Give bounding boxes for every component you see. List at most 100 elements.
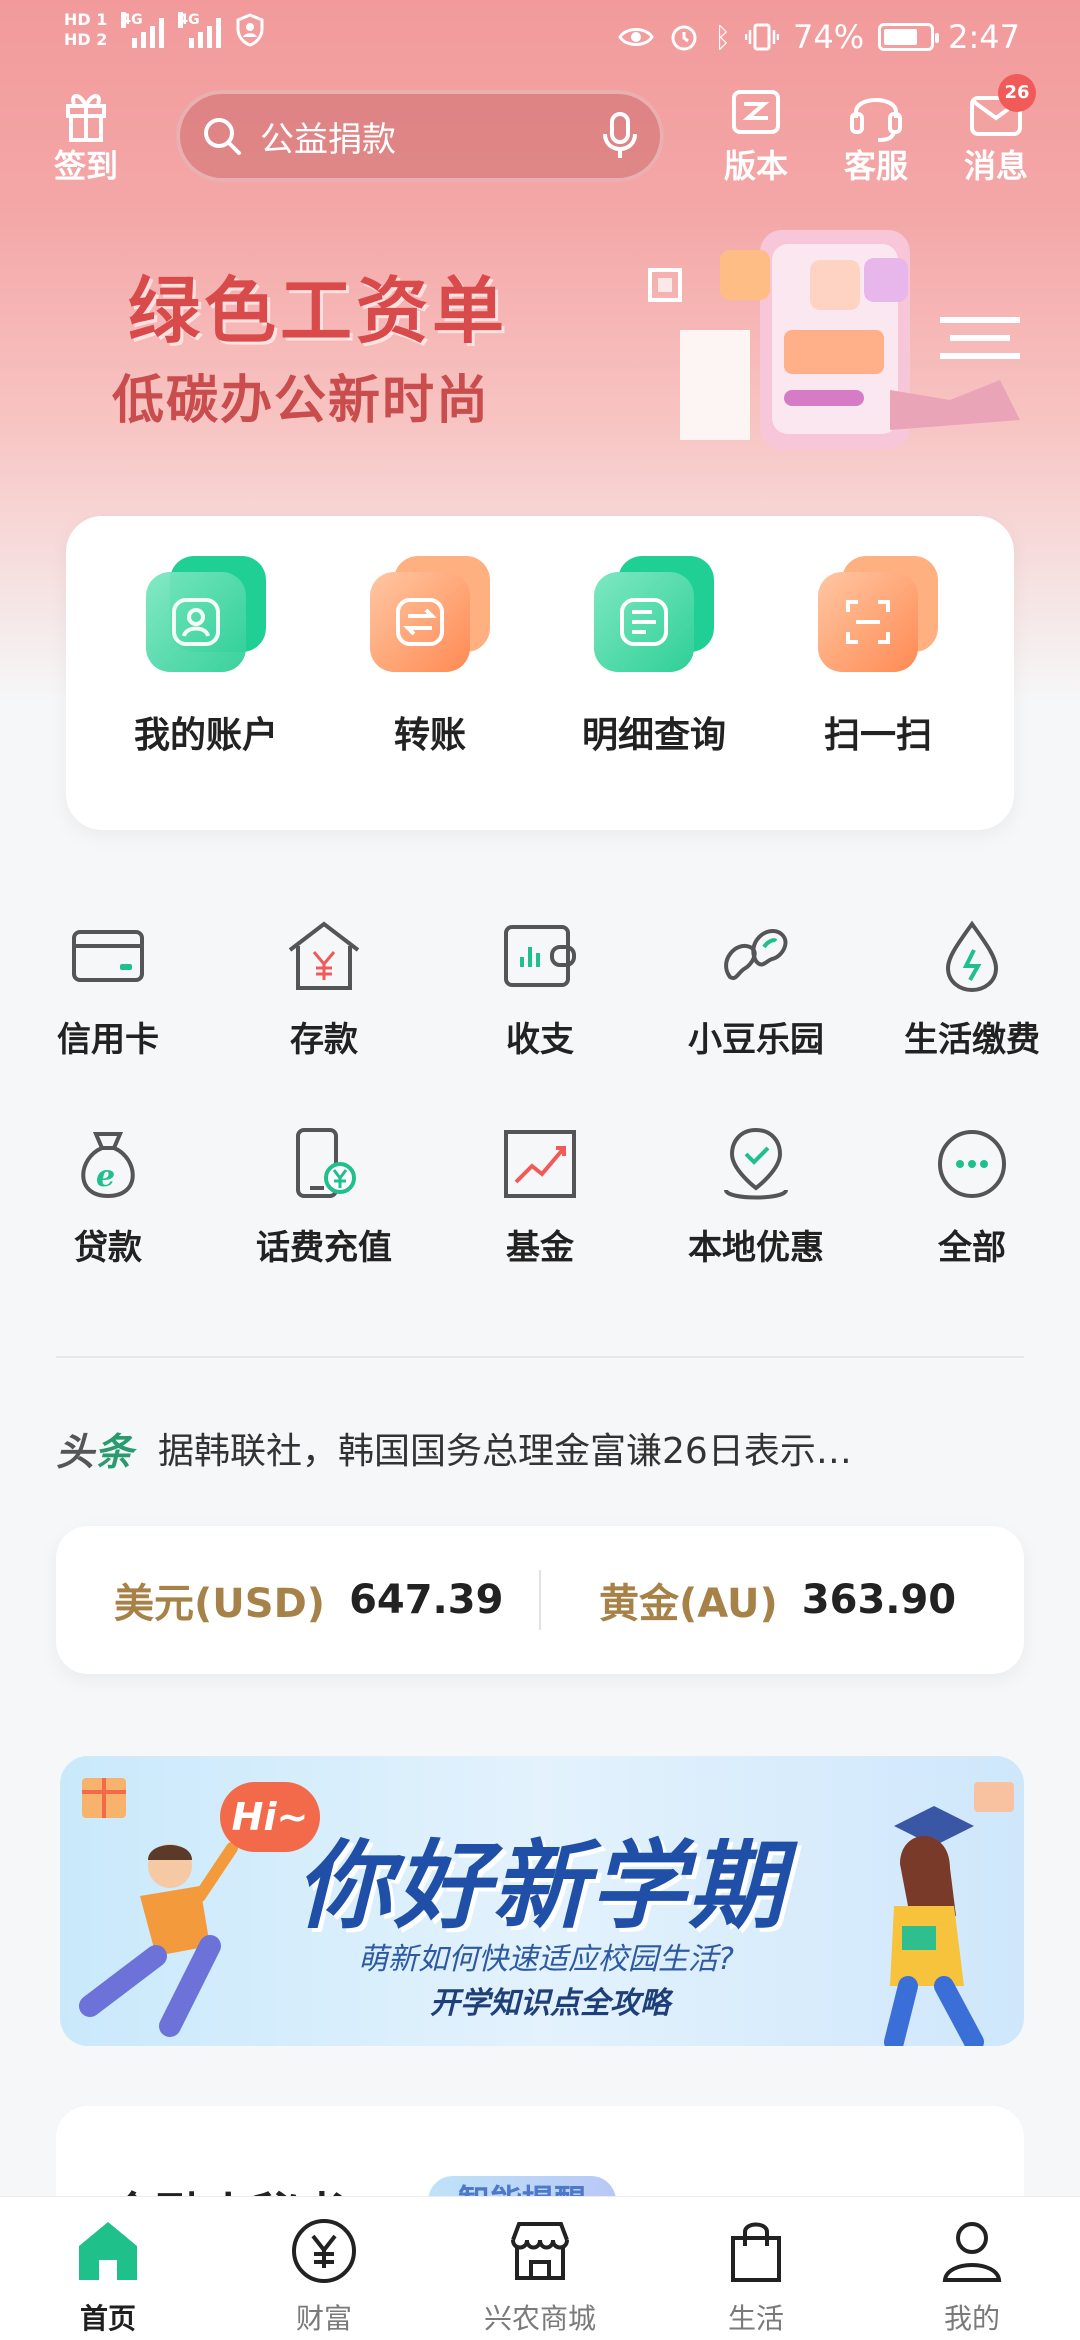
eye-icon (618, 28, 654, 46)
promo-banner-top[interactable]: 绿色工资单 低碳办公新时尚 (0, 230, 1080, 480)
hd1-label: HD 1 (64, 10, 108, 29)
girl-illustration-icon (884, 1782, 1014, 2046)
action-scan[interactable]: 扫一扫 (768, 556, 988, 758)
action-label: 转账 (393, 715, 466, 756)
grid-label: 收支 (506, 1020, 574, 1060)
action-transfer[interactable]: 转账 (320, 556, 540, 758)
action-my-account[interactable]: 我的账户 (96, 556, 316, 758)
trend-chart-icon (504, 1130, 576, 1198)
grid-all[interactable]: 全部 (864, 1124, 1080, 1269)
version-label: 版本 (723, 147, 788, 185)
rate-gold[interactable]: 黄金(AU) 363.90 (541, 1571, 1024, 1629)
grid-bean-park[interactable]: 小豆乐园 (648, 916, 864, 1061)
alarm-icon (671, 25, 697, 51)
banner-title: 绿色工资单 (128, 269, 509, 353)
account-icon (146, 556, 266, 676)
nav-label: 我的 (943, 2302, 1000, 2335)
signal-icon-1: 4G (121, 12, 165, 48)
search-input[interactable]: 公益捐款 (176, 90, 664, 182)
rate-name: 美元(USD) (114, 1581, 326, 1627)
microphone-icon[interactable] (600, 110, 640, 162)
nav-wealth[interactable]: 财富 (216, 2197, 432, 2340)
checkin-button[interactable]: 签到 (36, 84, 136, 186)
shopping-bag-icon (731, 2222, 781, 2282)
bluetooth-icon: ᛒ (714, 20, 732, 54)
nav-life[interactable]: 生活 (648, 2197, 864, 2340)
exchange-rates-card[interactable]: 美元(USD) 647.39 黄金(AU) 363.90 (56, 1526, 1024, 1674)
rate-usd[interactable]: 美元(USD) 647.39 (56, 1571, 539, 1629)
hd2-label: HD 2 (64, 30, 108, 49)
nav-label: 兴农商城 (483, 2302, 596, 2335)
status-bar: HD 1 HD 2 4G 4G ᛒ 74% 2:47 (0, 0, 1080, 76)
phone-topup-icon (296, 1128, 356, 1198)
network-type-1: 4G (121, 12, 143, 28)
version-button[interactable]: 版本 (706, 84, 806, 186)
nav-home[interactable]: 首页 (0, 2197, 216, 2340)
headline-tag: 头条 (56, 1429, 135, 1474)
store-icon (511, 2222, 569, 2280)
user-icon (942, 2222, 1002, 2282)
clock: 2:47 (948, 18, 1020, 56)
banner-subtitle: 低碳办公新时尚 (112, 371, 491, 431)
vibrate-icon (745, 23, 780, 51)
action-label: 明细查询 (581, 715, 726, 756)
wallet-icon (504, 925, 576, 987)
grid-fund[interactable]: 基金 (432, 1124, 648, 1269)
grid-income-expense[interactable]: 收支 (432, 916, 648, 1061)
grid-loan[interactable]: e 贷款 (0, 1124, 216, 1269)
grid-label: 贷款 (74, 1228, 142, 1268)
grid-label: 本地优惠 (688, 1228, 824, 1268)
hd-indicators: HD 1 HD 2 (64, 10, 107, 50)
version-icon (732, 90, 780, 134)
headline-text: 据韩联社，韩国国务总理金富谦26日表示… (158, 1431, 852, 1472)
status-left: HD 1 HD 2 4G 4G (64, 10, 265, 50)
search-placeholder: 公益捐款 (260, 119, 396, 160)
nav-label: 财富 (295, 2302, 352, 2335)
grid-label: 存款 (290, 1020, 358, 1060)
signal-icon-2: 4G (178, 12, 222, 48)
action-statement[interactable]: 明细查询 (544, 556, 764, 758)
grid-label: 小豆乐园 (688, 1020, 824, 1060)
svg-text:e: e (96, 1159, 115, 1194)
grid-label: 全部 (938, 1228, 1006, 1268)
grid-credit-card[interactable]: 信用卡 (0, 916, 216, 1061)
yuan-coin-icon (292, 2219, 356, 2283)
home-icon (79, 2222, 137, 2280)
grid-deposit[interactable]: 存款 (216, 916, 432, 1061)
shield-icon (236, 13, 264, 47)
top-header: 签到 公益捐款 版本 客服 消息 26 (0, 74, 1080, 194)
action-label: 扫一扫 (823, 715, 932, 756)
transfer-icon (370, 556, 490, 676)
bottom-navigation: 首页 财富 兴农商城 生活 我的 (0, 2196, 1080, 2340)
grid-label: 信用卡 (57, 1020, 159, 1060)
grid-label: 基金 (506, 1228, 574, 1268)
grid-label: 生活缴费 (904, 1020, 1040, 1060)
service-button[interactable]: 客服 (826, 84, 926, 186)
grid-local-deals[interactable]: 本地优惠 (648, 1124, 864, 1269)
promo-subtitle: 萌新如何快速适应校园生活? (358, 1942, 734, 1977)
nav-me[interactable]: 我的 (864, 2197, 1080, 2340)
messages-button[interactable]: 消息 26 (946, 74, 1046, 186)
rate-name: 黄金(AU) (599, 1581, 778, 1627)
grid-phone-topup[interactable]: 话费充值 (216, 1124, 432, 1269)
action-label: 我的账户 (133, 715, 278, 756)
new-semester-banner[interactable]: Hi~ 你好新学期 萌新如何快速适应校园生活? 开学知识点全攻略 (60, 1756, 1024, 2046)
promo-title: 你好新学期 (296, 1830, 786, 1942)
nav-mall[interactable]: 兴农商城 (432, 2197, 648, 2340)
statement-icon (594, 556, 714, 676)
grid-label: 话费充值 (256, 1228, 392, 1268)
checkin-label: 签到 (53, 147, 118, 185)
grid-utility-payment[interactable]: 生活缴费 (864, 916, 1080, 1061)
promo-tagline: 开学知识点全攻略 (430, 1986, 670, 2021)
location-pin-icon (724, 1127, 788, 1200)
service-label: 客服 (843, 147, 908, 185)
money-bag-icon: e (81, 1132, 135, 1199)
credit-card-icon (72, 930, 144, 982)
water-drop-icon (945, 920, 999, 993)
headline-ticker[interactable]: 头条 据韩联社，韩国国务总理金富谦26日表示… (56, 1418, 1024, 1478)
rate-value: 647.39 (349, 1577, 504, 1623)
battery-percent: 74% (793, 18, 865, 56)
main-actions-card: 我的账户 转账 明细查询 扫一扫 (66, 516, 1014, 830)
phone-illustration-icon (648, 230, 1020, 450)
battery-fill (884, 29, 917, 45)
